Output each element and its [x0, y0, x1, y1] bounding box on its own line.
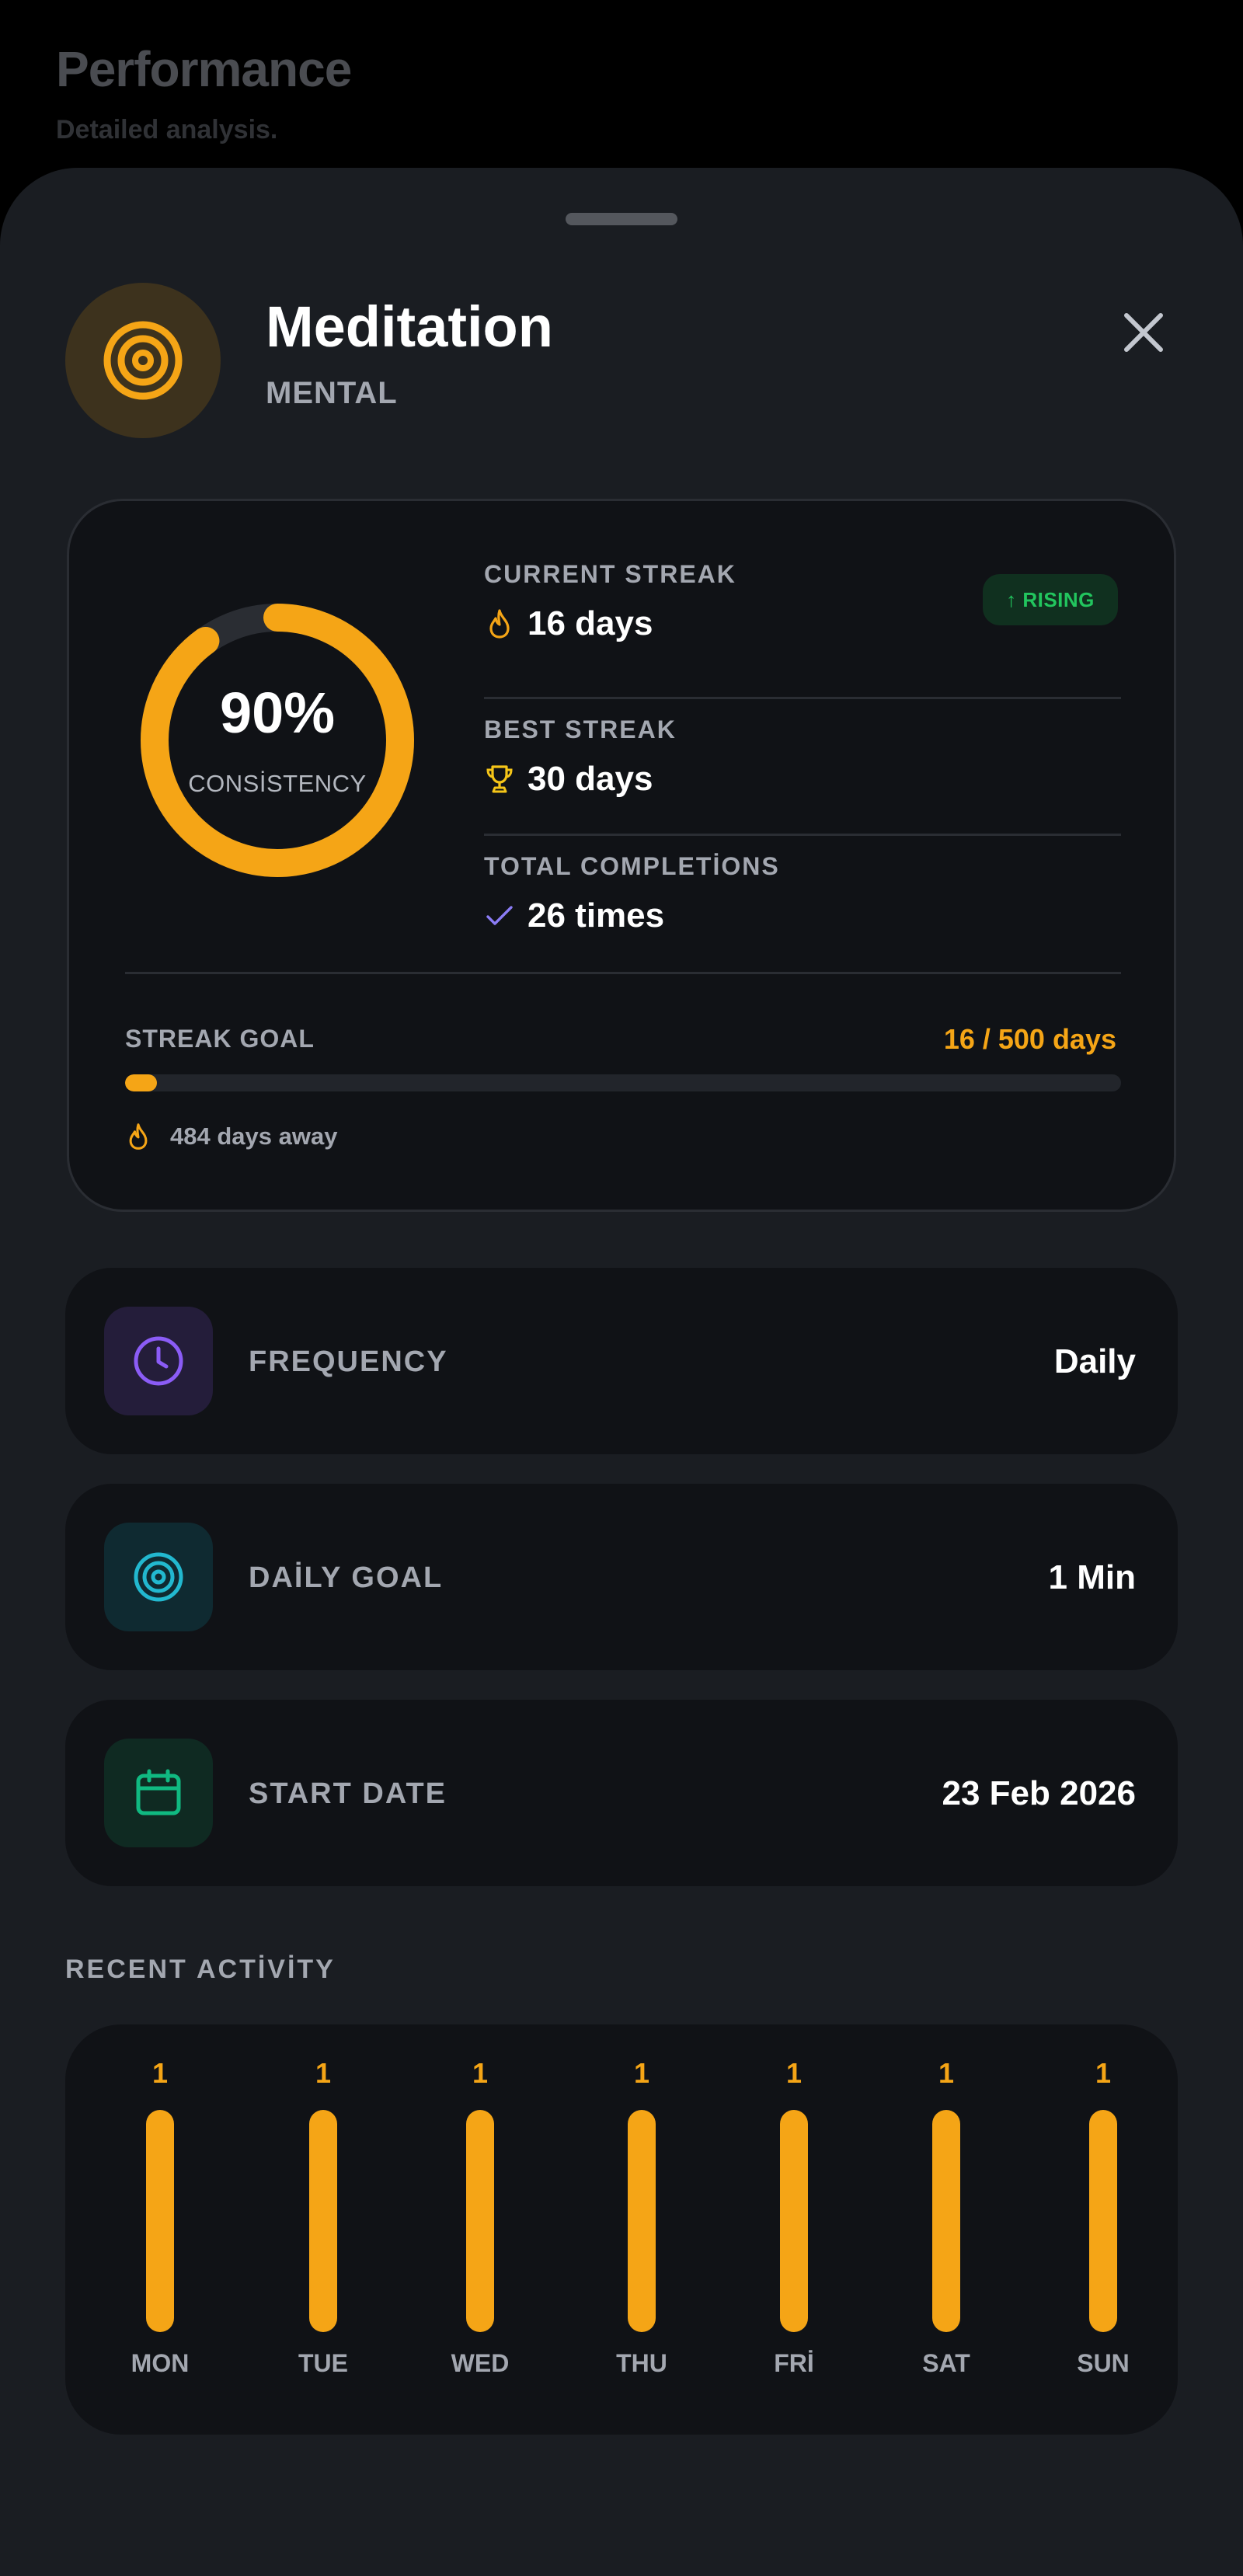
activity-bar	[146, 2110, 174, 2332]
streak-goal-remaining-text: 484 days away	[170, 1123, 338, 1150]
habit-category: MENTAL	[266, 376, 398, 410]
trend-badge: ↑ RISING	[983, 574, 1118, 625]
activity-day-fri̇: 1 FRİ	[740, 2024, 848, 2435]
best-streak: BEST STREAK 30 days	[484, 697, 1121, 799]
activity-bar	[309, 2110, 337, 2332]
activity-count: 1	[938, 2057, 955, 2089]
activity-bar	[1089, 2110, 1117, 2332]
consistency-percent: 90%	[219, 681, 336, 745]
background-header: Performance Detailed analysis.	[56, 40, 352, 145]
streak-goal-label: STREAK GOAL	[125, 1025, 315, 1053]
habit-name: Meditation	[266, 294, 553, 359]
calendar-icon	[136, 1769, 181, 1815]
target-icon	[134, 1552, 183, 1602]
activity-day-sun: 1 SUN	[1049, 2024, 1158, 2435]
streak-goal-progress-fill	[125, 1074, 158, 1091]
activity-day-label: SUN	[1077, 2349, 1130, 2377]
start-date-icon-badge	[104, 1739, 213, 1847]
activity-day-label: SAT	[922, 2349, 970, 2377]
activity-count: 1	[1095, 2057, 1112, 2089]
activity-count: 1	[785, 2057, 803, 2089]
best-streak-label: BEST STREAK	[484, 715, 677, 743]
daily-goal-icon-badge	[104, 1523, 213, 1631]
activity-day-label: MON	[131, 2349, 190, 2377]
trophy-icon	[484, 762, 515, 796]
daily-goal-label: DAİLY GOAL	[249, 1561, 444, 1594]
sheet-drag-handle[interactable]	[566, 213, 677, 225]
clock-icon	[134, 1336, 183, 1386]
daily-goal-value: 1 Min	[1048, 1558, 1136, 1596]
consistency-label: CONSİSTENCY	[188, 770, 367, 797]
best-streak-value: 30 days	[527, 760, 653, 798]
activity-day-thu: 1 THU	[587, 2024, 696, 2435]
divider	[125, 972, 1121, 974]
page-subtitle: Detailed analysis.	[56, 115, 278, 144]
activity-bar	[466, 2110, 494, 2332]
target-icon	[103, 321, 183, 400]
current-streak-value: 16 days	[527, 604, 653, 642]
page-title: Performance	[56, 41, 352, 97]
streak-goal-value: 16 / 500 days	[943, 1023, 1116, 1055]
activity-bar	[628, 2110, 656, 2332]
habit-icon-badge	[65, 283, 221, 438]
start-date-label: START DATE	[249, 1777, 447, 1810]
activity-day-wed: 1 WED	[426, 2024, 534, 2435]
recent-activity-chart: 1 MON 1 TUE 1 WED 1 THU 1 FRİ 1 SAT 1 SUN	[65, 2024, 1178, 2435]
recent-activity-title: RECENT ACTİVİTY	[65, 1955, 336, 1984]
close-button[interactable]	[1111, 300, 1176, 365]
activity-count: 1	[151, 2057, 169, 2089]
check-icon	[484, 899, 515, 933]
activity-day-label: FRİ	[774, 2349, 814, 2377]
activity-count: 1	[315, 2057, 332, 2089]
total-completions-label: TOTAL COMPLETİONS	[484, 852, 780, 880]
activity-count: 1	[472, 2057, 489, 2089]
streak-goal-remaining: 484 days away	[125, 1121, 337, 1152]
stats-card: 90% CONSİSTENCY CURRENT STREAK 16 days ↑…	[67, 499, 1176, 1212]
frequency-label: FREQUENCY	[249, 1345, 448, 1378]
activity-day-label: TUE	[298, 2349, 348, 2377]
activity-day-label: WED	[451, 2349, 510, 2377]
activity-day-label: THU	[616, 2349, 667, 2377]
streak-goal-progress	[125, 1074, 1121, 1091]
close-icon	[1124, 313, 1163, 352]
start-date-row[interactable]: START DATE 23 Feb 2026	[65, 1700, 1178, 1886]
activity-count: 1	[633, 2057, 650, 2089]
activity-day-mon: 1 MON	[106, 2024, 214, 2435]
flame-icon	[484, 607, 515, 641]
activity-day-tue: 1 TUE	[269, 2024, 378, 2435]
start-date-value: 23 Feb 2026	[942, 1774, 1137, 1812]
daily-goal-row[interactable]: DAİLY GOAL 1 Min	[65, 1484, 1178, 1670]
flame-icon	[125, 1121, 151, 1152]
total-completions-value: 26 times	[527, 896, 665, 935]
frequency-icon-badge	[104, 1307, 213, 1415]
total-completions: TOTAL COMPLETİONS 26 times	[484, 834, 1121, 935]
frequency-value: Daily	[1053, 1342, 1136, 1380]
activity-bar	[780, 2110, 808, 2332]
activity-day-sat: 1 SAT	[892, 2024, 1001, 2435]
frequency-row[interactable]: FREQUENCY Daily	[65, 1268, 1178, 1454]
activity-bar	[932, 2110, 960, 2332]
